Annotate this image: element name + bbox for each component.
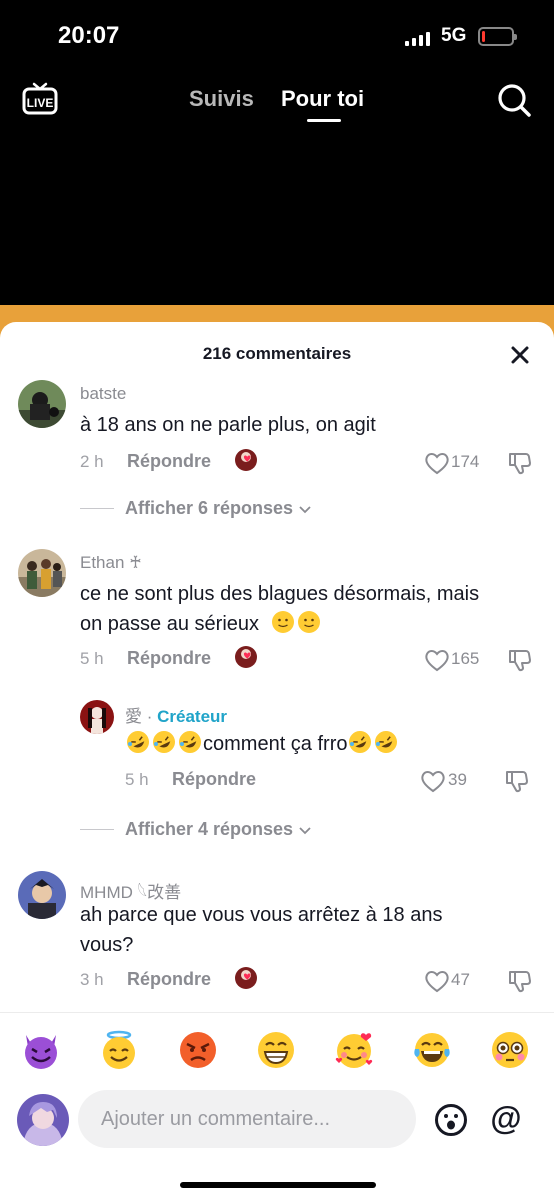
like-heart-icon[interactable] [424, 648, 450, 672]
like-count: 47 [451, 970, 470, 989]
dislike-icon[interactable] [507, 647, 533, 673]
tears-of-joy-emoji[interactable] [411, 1029, 453, 1071]
creator-liked-badge [235, 449, 257, 471]
like-count: 165 [451, 649, 480, 668]
hearts-face-emoji[interactable] [333, 1029, 375, 1071]
rofl-emoji [179, 731, 201, 753]
dislike-icon[interactable] [507, 450, 533, 476]
comment-text-line1: ah parce que vous vous arrêtez à 18 ans [80, 904, 443, 926]
rofl-emoji [153, 731, 175, 753]
dislike-icon[interactable] [507, 968, 533, 994]
reply-time: 5 h [125, 770, 149, 789]
comment-text: à 18 ans on ne parle plus, on agit [80, 414, 376, 436]
comment-text: ce ne sont plus des blagues désormais, m… [80, 579, 479, 639]
reply-username-name[interactable]: 愛 [125, 707, 142, 726]
comment-username[interactable]: batste [80, 384, 126, 404]
reply-button[interactable]: Répondre [127, 969, 211, 990]
flushed-emoji[interactable] [489, 1029, 531, 1071]
tab-active-indicator [307, 119, 341, 122]
reply-button[interactable]: Répondre [127, 451, 211, 472]
comment-time: 5 h [80, 649, 104, 668]
avatar[interactable] [18, 380, 66, 428]
reply-text-content: comment ça frro [203, 733, 348, 755]
signal-icon [405, 30, 430, 46]
battery-icon [478, 27, 517, 46]
avatar[interactable] [80, 700, 114, 734]
svg-text:@: @ [490, 1101, 521, 1136]
show-replies-label: Afficher 4 réponses [125, 819, 294, 839]
angry-emoji[interactable] [177, 1029, 219, 1071]
comments-count-title: 216 commentaires [202, 344, 352, 363]
home-indicator [180, 1182, 376, 1188]
like-heart-icon[interactable] [424, 451, 450, 475]
status-bar: 20:07 5G [0, 0, 554, 70]
comment-text: ah parce que vous vous arrêtez à 18 ans … [80, 900, 442, 960]
comment-username[interactable]: Ethan ♰ [80, 553, 142, 573]
comment-text-line2: vous? [80, 934, 134, 956]
svg-text:LIVE: LIVE [27, 96, 54, 110]
close-icon[interactable] [506, 341, 534, 369]
dislike-icon[interactable] [504, 768, 530, 794]
live-tv-icon[interactable]: LIVE [22, 80, 58, 116]
comment-input[interactable] [78, 1090, 416, 1148]
slight-smile-emoji [297, 611, 320, 633]
network-type: 5G [441, 25, 467, 46]
angel-emoji[interactable] [98, 1029, 140, 1071]
reply-button[interactable]: Répondre [127, 648, 211, 669]
chevron-down-icon [299, 826, 311, 834]
like-count: 174 [451, 452, 480, 471]
show-replies-button[interactable]: Afficher 4 réponses [80, 819, 312, 840]
divider-line [80, 829, 114, 830]
avatar[interactable] [18, 871, 66, 919]
username-separator: · [142, 707, 158, 726]
show-replies-label: Afficher 6 réponses [125, 498, 294, 518]
divider-line [80, 508, 114, 509]
reply-username: 愛 · Créateur [125, 702, 227, 727]
rofl-emoji [375, 731, 398, 753]
like-count: 39 [448, 770, 467, 789]
quick-emoji-bar [0, 1012, 554, 1090]
comment-input-bar: @ [0, 1090, 554, 1200]
creator-liked-badge [235, 646, 257, 668]
status-time: 20:07 [58, 22, 120, 49]
creator-liked-badge [235, 967, 257, 989]
mention-icon[interactable]: @ [488, 1101, 524, 1137]
comment-time: 2 h [80, 452, 104, 471]
tab-following[interactable]: Suivis [189, 86, 254, 112]
battery-level [482, 31, 485, 42]
grinning-emoji[interactable] [255, 1029, 297, 1071]
tab-for-you[interactable]: Pour toi [281, 86, 364, 112]
like-heart-icon[interactable] [424, 969, 450, 993]
comment-time: 3 h [80, 970, 104, 989]
show-replies-button[interactable]: Afficher 6 réponses [80, 498, 312, 519]
like-heart-icon[interactable] [420, 769, 446, 793]
chevron-down-icon [299, 505, 311, 513]
rofl-emoji [349, 731, 372, 753]
reply-text: comment ça frro [125, 729, 399, 759]
creator-label: Créateur [157, 707, 228, 726]
slight-smile-emoji [271, 611, 294, 633]
search-icon[interactable] [496, 82, 532, 118]
reply-button[interactable]: Répondre [172, 769, 256, 790]
top-nav: LIVE Suivis Pour toi [0, 70, 554, 130]
emoji-picker-icon[interactable] [434, 1103, 468, 1137]
comment-text-line1: ce ne sont plus des blagues désormais, m… [80, 583, 480, 605]
smiling-devil-emoji[interactable] [20, 1029, 62, 1071]
comment-text-line2: on passe au sérieux [80, 613, 260, 635]
rofl-emoji [127, 731, 149, 753]
avatar[interactable] [18, 549, 66, 597]
my-avatar[interactable] [17, 1094, 69, 1146]
